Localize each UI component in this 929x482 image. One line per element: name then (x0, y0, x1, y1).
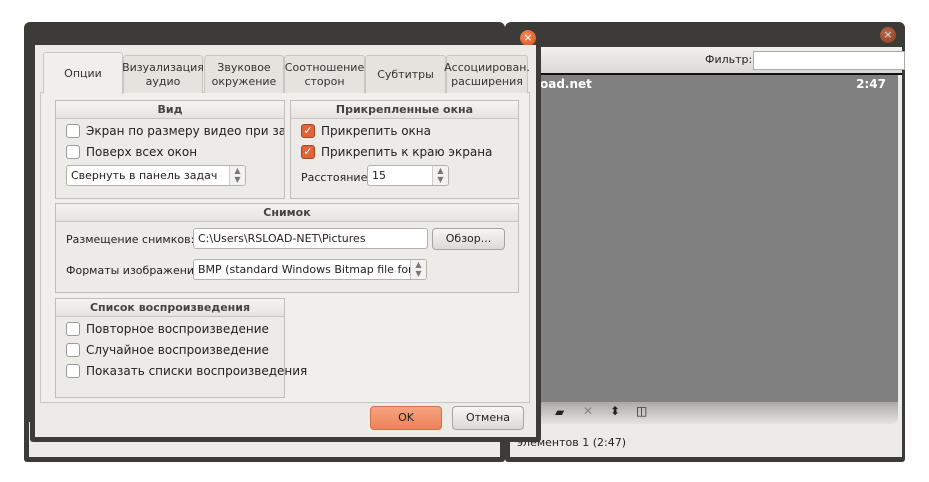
check-icon: ✓ (301, 145, 315, 159)
filter-label: Фильтр: (705, 53, 753, 66)
playlist-item[interactable]: oad.net 2:47 (510, 77, 898, 93)
dock-to-edge-checkbox[interactable]: ✓ Прикрепить к краю экрана (301, 145, 492, 159)
tab-subtitles[interactable]: Субтитры (365, 55, 446, 93)
tab-audio-visualization[interactable]: Визуализация аудио (122, 55, 204, 93)
spin-arrows-icon: ▲ ▼ (410, 260, 426, 279)
tab-surround[interactable]: Звуковое окружение (204, 55, 284, 93)
spin-arrows-icon: ▲ ▼ (229, 166, 245, 185)
item-duration: 2:47 (856, 77, 886, 91)
snapshot-group: Снимок Размещение снимков: C:\Users\RSLO… (55, 203, 519, 293)
sort-icon[interactable]: ⬍ (610, 404, 620, 418)
shuffle-checkbox[interactable]: Случайное воспроизведение (66, 343, 269, 357)
format-label: Форматы изображений: (66, 264, 205, 277)
format-select[interactable]: BMP (standard Windows Bitmap file format… (193, 259, 427, 280)
item-title: oad.net (540, 77, 592, 91)
repeat-checkbox[interactable]: Повторное воспроизведение (66, 322, 269, 336)
columns-icon[interactable]: ◫ (636, 404, 647, 418)
playlist-list: oad.net 2:47 (510, 75, 898, 402)
spin-arrows-icon: ▲ ▼ (432, 166, 448, 185)
group-title: Список воспроизведения (56, 299, 284, 317)
tab-aspect-ratio[interactable]: Соотношение сторон (284, 55, 365, 93)
filter-input[interactable] (753, 51, 905, 70)
browse-button[interactable]: Обзор... (432, 228, 505, 250)
close-icon[interactable]: × (880, 27, 896, 43)
docked-windows-group: Прикрепленные окна ✓ Прикрепить окна ✓ При… (290, 100, 519, 199)
dock-windows-checkbox[interactable]: ✓ Прикрепить окна (301, 124, 431, 138)
tab-associations[interactable]: Ассоциирован. расширения (444, 55, 530, 93)
group-title: Вид (56, 101, 284, 119)
show-playlists-checkbox[interactable]: Показать списки воспроизведения (66, 364, 307, 378)
cancel-button[interactable]: Отмена (452, 406, 524, 430)
ok-button[interactable]: OK (370, 406, 442, 430)
always-on-top-checkbox[interactable]: Поверх всех окон (66, 145, 197, 159)
group-title: Прикрепленные окна (291, 101, 518, 119)
snapshot-path-input[interactable]: C:\Users\RSLOAD-NET\Pictures (193, 228, 428, 249)
playlist-group: Список воспроизведения Повторное воспрои… (55, 298, 307, 398)
distance-label: Расстояние: (301, 171, 372, 184)
close-icon[interactable]: × (520, 30, 536, 46)
tab-options[interactable]: Опции (43, 52, 123, 94)
filter-bar: Фильтр: (510, 47, 905, 73)
group-title: Снимок (56, 204, 518, 222)
playlist-window: × Фильтр: oad.net 2:47 ▰ ✕ ⬍ ◫ элементов… (505, 22, 905, 462)
view-group: Вид Экран по размеру видео при запус Пов… (55, 100, 285, 199)
check-icon: ✓ (301, 124, 315, 138)
playlist-toolbar: ▰ ✕ ⬍ ◫ (510, 402, 898, 424)
distance-spinbox[interactable]: 15 ▲ ▼ (367, 165, 449, 186)
remove-icon[interactable]: ✕ (583, 404, 593, 418)
fit-video-checkbox[interactable]: Экран по размеру видео при запус (66, 124, 284, 138)
location-label: Размещение снимков: (66, 233, 195, 246)
minimize-select[interactable]: Свернуть в панель задач ▲ ▼ (66, 165, 246, 186)
add-folder-icon[interactable]: ▰ (555, 405, 564, 419)
